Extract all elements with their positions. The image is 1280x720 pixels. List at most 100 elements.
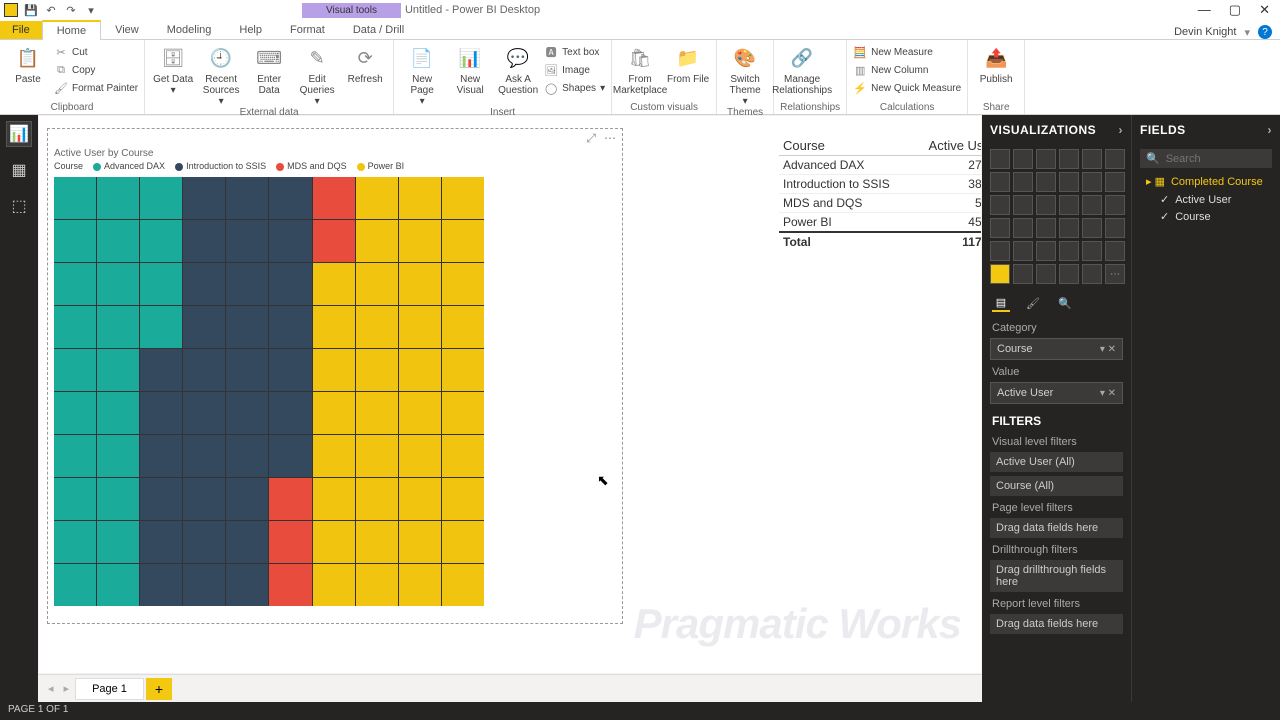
viz-type-icon[interactable] <box>1082 264 1102 284</box>
recent-sources-button[interactable]: 🕘Recent Sources▾ <box>199 42 243 107</box>
viz-type-icon[interactable] <box>1082 195 1102 215</box>
publish-button[interactable]: 📤Publish <box>974 42 1018 85</box>
manage-relationships-button[interactable]: 🔗Manage Relationships <box>780 42 824 96</box>
edit-queries-button[interactable]: ✎Edit Queries▾ <box>295 42 339 107</box>
quick-measure-button[interactable]: ⚡New Quick Measure <box>853 80 961 96</box>
new-measure-button[interactable]: 🧮New Measure <box>853 44 961 60</box>
paste-button[interactable]: 📋Paste <box>6 42 50 85</box>
viz-type-icon[interactable] <box>1105 218 1125 238</box>
viz-type-icon[interactable] <box>1013 218 1033 238</box>
viz-type-icon[interactable] <box>1013 241 1033 261</box>
model-view-button[interactable]: ⬚ <box>6 193 32 219</box>
file-tab[interactable]: File <box>0 21 42 39</box>
table-visual[interactable]: CourseActive User Advanced DAX2753 Intro… <box>779 136 981 251</box>
field-active-user[interactable]: ✓Active User <box>1132 191 1280 208</box>
viz-type-icon[interactable] <box>1082 172 1102 192</box>
new-visual-button[interactable]: 📊New Visual <box>448 42 492 96</box>
fields-search-input[interactable] <box>1166 153 1266 165</box>
minimize-button[interactable]: — <box>1198 2 1211 18</box>
value-well[interactable]: Active User▾ ✕ <box>990 382 1123 404</box>
tab-data-drill[interactable]: Data / Drill <box>339 21 418 39</box>
collapse-viz-icon[interactable]: › <box>1119 123 1124 137</box>
fields-tab-icon[interactable]: ▤ <box>992 294 1010 312</box>
viz-type-icon[interactable] <box>990 241 1010 261</box>
waffle-chart-visual[interactable]: ⤢ ⋯ Active User by Course Course Advance… <box>47 128 623 624</box>
viz-type-icon[interactable] <box>1013 264 1033 284</box>
viz-type-icon[interactable] <box>1036 195 1056 215</box>
new-column-button[interactable]: ▥New Column <box>853 62 961 78</box>
report-view-button[interactable]: 📊 <box>6 121 32 147</box>
page-filter-drop[interactable]: Drag data fields here <box>990 518 1123 538</box>
viz-type-icon[interactable] <box>1059 172 1079 192</box>
from-marketplace-button[interactable]: 🛍From Marketplace <box>618 42 662 96</box>
viz-type-icon[interactable] <box>1105 149 1125 169</box>
signed-in-user[interactable]: Devin Knight <box>1174 26 1236 38</box>
focus-mode-icon[interactable]: ⤢ <box>586 131 596 146</box>
copy-button[interactable]: ⧉Copy <box>54 62 138 78</box>
data-view-button[interactable]: ▦ <box>6 157 32 183</box>
viz-type-icon[interactable] <box>1013 172 1033 192</box>
drillthrough-drop[interactable]: Drag drillthrough fields here <box>990 560 1123 592</box>
maximize-button[interactable]: ▢ <box>1229 2 1241 18</box>
switch-theme-button[interactable]: 🎨Switch Theme▾ <box>723 42 767 107</box>
report-canvas[interactable]: ⤢ ⋯ Active User by Course Course Advance… <box>39 116 981 673</box>
fields-search[interactable]: 🔍 <box>1140 149 1272 168</box>
format-tab-icon[interactable]: 🖌 <box>1024 294 1042 312</box>
from-file-button[interactable]: 📁From File <box>666 42 710 85</box>
viz-type-icon[interactable] <box>1036 149 1056 169</box>
tab-help[interactable]: Help <box>225 21 276 39</box>
visual-filter-course[interactable]: Course (All) <box>990 476 1123 496</box>
report-filter-drop[interactable]: Drag data fields here <box>990 614 1123 634</box>
qat-dropdown-icon[interactable]: ▾ <box>84 3 98 17</box>
tab-view[interactable]: View <box>101 21 153 39</box>
viz-type-icon[interactable] <box>1036 264 1056 284</box>
tab-home[interactable]: Home <box>42 20 101 40</box>
new-page-button[interactable]: 📄New Page▾ <box>400 42 444 107</box>
viz-type-icon[interactable] <box>1059 195 1079 215</box>
viz-type-icon[interactable] <box>990 218 1010 238</box>
tab-modeling[interactable]: Modeling <box>153 21 226 39</box>
viz-type-icon[interactable]: ⋯ <box>1105 264 1125 284</box>
table-node[interactable]: ▸ ▦ Completed Course <box>1132 172 1280 191</box>
collapse-fields-icon[interactable]: › <box>1268 123 1273 137</box>
analytics-tab-icon[interactable]: 🔍 <box>1056 294 1074 312</box>
viz-type-icon[interactable] <box>1059 218 1079 238</box>
viz-type-icon[interactable] <box>1036 241 1056 261</box>
viz-type-icon[interactable] <box>1059 264 1079 284</box>
viz-type-icon[interactable] <box>1013 195 1033 215</box>
undo-icon[interactable]: ↶ <box>44 3 58 17</box>
viz-type-icon[interactable] <box>1013 149 1033 169</box>
viz-type-icon[interactable] <box>990 195 1010 215</box>
cut-button[interactable]: ✂Cut <box>54 44 138 60</box>
visual-filter-active-user[interactable]: Active User (All) <box>990 452 1123 472</box>
help-icon[interactable]: ? <box>1258 25 1272 39</box>
viz-type-icon[interactable] <box>1036 218 1056 238</box>
viz-type-icon[interactable] <box>1105 172 1125 192</box>
viz-type-icon[interactable] <box>990 149 1010 169</box>
more-options-icon[interactable]: ⋯ <box>604 131 616 146</box>
shapes-button[interactable]: ◯Shapes ▾ <box>544 80 605 96</box>
viz-type-icon[interactable] <box>1105 195 1125 215</box>
viz-type-icon[interactable] <box>1059 241 1079 261</box>
save-icon[interactable]: 💾 <box>24 3 38 17</box>
viz-type-icon[interactable] <box>1036 172 1056 192</box>
category-well[interactable]: Course▾ ✕ <box>990 338 1123 360</box>
enter-data-button[interactable]: ⌨Enter Data <box>247 42 291 96</box>
image-button[interactable]: 🖼Image <box>544 62 605 78</box>
viz-type-icon[interactable] <box>1105 241 1125 261</box>
viz-type-icon[interactable] <box>1082 149 1102 169</box>
user-chevron-icon[interactable]: ▾ <box>1244 26 1250 39</box>
viz-type-icon[interactable] <box>990 172 1010 192</box>
viz-type-icon[interactable] <box>1059 149 1079 169</box>
tab-format[interactable]: Format <box>276 21 339 39</box>
ask-question-button[interactable]: 💬Ask A Question <box>496 42 540 96</box>
viz-type-icon[interactable] <box>1082 218 1102 238</box>
add-page-button[interactable]: + <box>146 678 172 700</box>
page-tab[interactable]: Page 1 <box>75 678 144 700</box>
redo-icon[interactable]: ↷ <box>64 3 78 17</box>
field-course[interactable]: ✓Course <box>1132 208 1280 225</box>
close-button[interactable]: ✕ <box>1259 2 1270 18</box>
viz-type-icon[interactable] <box>990 264 1010 284</box>
viz-type-icon[interactable] <box>1082 241 1102 261</box>
refresh-button[interactable]: ⟳Refresh <box>343 42 387 85</box>
